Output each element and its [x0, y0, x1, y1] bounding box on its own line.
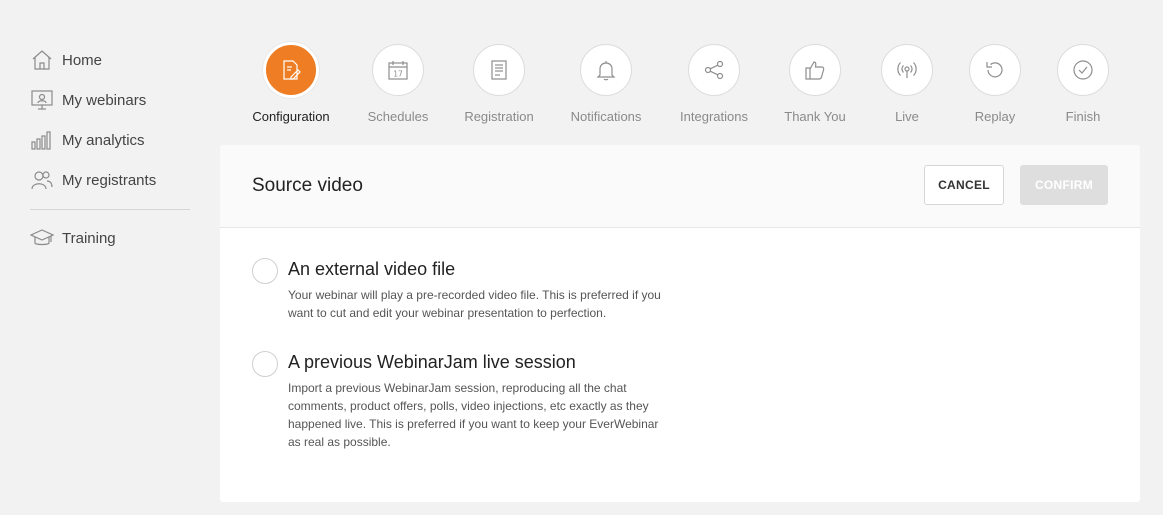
- sidebar-item-label: Training: [62, 229, 116, 247]
- step-label: Schedules: [367, 109, 429, 124]
- page-title: Source video: [252, 175, 363, 196]
- step-replay[interactable]: Replay: [945, 42, 1045, 124]
- step-integrations[interactable]: Integrations: [664, 42, 764, 124]
- step-configuration[interactable]: Configuration: [241, 42, 341, 124]
- monitor-icon: [30, 88, 54, 112]
- sidebar-item-label: Home: [62, 51, 103, 69]
- sidebar-item-label: My registrants: [62, 171, 157, 189]
- wizard-steps: Configuration 17 Schedules Registration …: [240, 42, 1140, 132]
- option-description: Your webinar will play a pre-recorded vi…: [288, 288, 661, 320]
- edit-document-icon: [283, 60, 301, 80]
- step-circle: [580, 44, 632, 96]
- step-circle: [688, 44, 740, 96]
- step-label: Replay: [974, 109, 1016, 124]
- calendar-day: 17: [393, 70, 403, 79]
- sidebar-divider: [30, 209, 190, 210]
- radio-previous-session[interactable]: [252, 351, 278, 377]
- check-circle-icon: [1073, 60, 1093, 80]
- step-circle: [263, 42, 319, 98]
- sidebar-item-my-webinars[interactable]: My webinars: [30, 80, 190, 120]
- step-label: Live: [895, 109, 919, 124]
- radio-external-video[interactable]: [252, 258, 278, 284]
- replay-icon: [986, 62, 1003, 78]
- step-label: Integrations: [680, 109, 748, 124]
- step-circle: [881, 44, 933, 96]
- thumbs-up-icon: [805, 61, 825, 80]
- broadcast-icon: [897, 62, 917, 78]
- home-icon: [30, 48, 54, 72]
- step-label: Configuration: [252, 109, 330, 124]
- step-live[interactable]: Live: [857, 42, 957, 124]
- option-title: A previous WebinarJam live session: [288, 352, 576, 372]
- sidebar-item-training[interactable]: Training: [30, 218, 190, 258]
- step-label: Registration: [464, 109, 534, 124]
- step-finish[interactable]: Finish: [1033, 42, 1133, 124]
- source-video-card: Source video CANCEL CONFIRM An external …: [220, 145, 1140, 502]
- analytics-icon: [30, 128, 54, 152]
- step-circle: [1057, 44, 1109, 96]
- users-icon: [30, 168, 54, 192]
- form-icon: [491, 60, 507, 80]
- step-label: Finish: [1065, 109, 1101, 124]
- step-circle: [473, 44, 525, 96]
- confirm-button[interactable]: CONFIRM: [1020, 165, 1108, 205]
- sidebar-item-my-analytics[interactable]: My analytics: [30, 120, 190, 160]
- graduation-cap-icon: [30, 226, 54, 250]
- step-label: Notifications: [570, 109, 642, 124]
- step-label: Thank You: [784, 109, 846, 124]
- option-title: An external video file: [288, 259, 456, 279]
- step-thank-you[interactable]: Thank You: [765, 42, 865, 124]
- step-circle: 17: [372, 44, 424, 96]
- calendar-icon: 17: [388, 61, 408, 80]
- sidebar-item-label: My webinars: [62, 91, 147, 109]
- option-description: Import a previous WebinarJam session, re…: [288, 381, 659, 449]
- step-circle: [969, 44, 1021, 96]
- card-header: Source video CANCEL CONFIRM: [220, 145, 1140, 228]
- step-notifications[interactable]: Notifications: [556, 42, 656, 124]
- sidebar-item-home[interactable]: Home: [30, 40, 190, 80]
- sidebar-item-label: My analytics: [62, 131, 145, 149]
- step-schedules[interactable]: 17 Schedules: [348, 42, 448, 124]
- bell-icon: [596, 61, 616, 81]
- sidebar: Home My webinars My analytics My registr…: [30, 40, 190, 258]
- sidebar-item-my-registrants[interactable]: My registrants: [30, 160, 190, 200]
- step-circle: [789, 44, 841, 96]
- cancel-button[interactable]: CANCEL: [924, 165, 1004, 205]
- step-registration[interactable]: Registration: [449, 42, 549, 124]
- share-icon: [704, 60, 724, 80]
